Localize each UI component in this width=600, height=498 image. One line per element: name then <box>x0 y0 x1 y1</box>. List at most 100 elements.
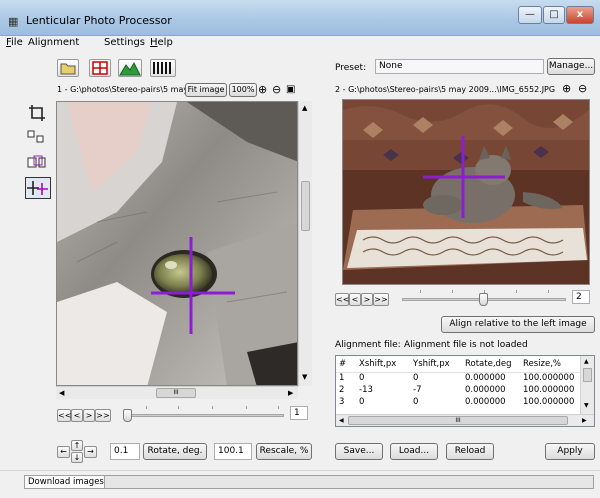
histogram-button[interactable] <box>118 59 142 77</box>
left-image-view[interactable] <box>56 101 298 386</box>
column-header[interactable]: Xshift,px <box>356 356 410 373</box>
right-frame-slider-thumb[interactable] <box>479 293 488 306</box>
preset-field[interactable]: None <box>375 59 544 74</box>
zoom-100-button[interactable]: 100% <box>229 83 257 97</box>
menu-alignment[interactable]: Alignment <box>28 37 79 48</box>
alignment-table[interactable]: # Xshift,px Yshift,px Rotate,deg Resize,… <box>335 355 595 427</box>
table-row[interactable]: 1 0 0 0.000000 100.000000 <box>336 372 580 384</box>
right-last-button[interactable]: >> <box>373 293 389 306</box>
maximize-button[interactable]: □ <box>543 6 565 24</box>
slider-tick <box>246 406 247 409</box>
table-cell: 1 <box>339 373 345 384</box>
table-horizontal-scroll-thumb[interactable]: III <box>348 416 568 425</box>
manage-presets-button[interactable]: Manage... <box>547 58 595 75</box>
fit-image-button[interactable]: Fit image <box>185 83 227 97</box>
right-image-view[interactable] <box>342 99 590 285</box>
save-button[interactable]: Save... <box>335 443 383 460</box>
scroll-left-icon[interactable]: ◀ <box>59 389 64 397</box>
rotate-button[interactable]: Rotate, deg. <box>143 443 207 460</box>
load-button[interactable]: Load... <box>390 443 438 460</box>
zoom-in-icon[interactable]: ⊕ <box>258 83 272 97</box>
move-tool-icon[interactable] <box>26 128 44 146</box>
apply-button[interactable]: Apply <box>545 443 595 460</box>
menu-settings[interactable]: Settings <box>104 37 145 48</box>
table-cell: 100.000000 <box>523 397 575 407</box>
table-vertical-scrollbar[interactable]: ▲ ▼ <box>580 356 594 414</box>
table-cell: 0 <box>413 373 419 384</box>
minimize-button[interactable]: — <box>518 6 542 24</box>
scroll-right-icon[interactable]: ▶ <box>582 417 587 424</box>
slider-tick <box>548 290 549 293</box>
align-relative-button[interactable]: Align relative to the left image <box>441 316 595 333</box>
rotate-step-field[interactable]: 0.1 <box>110 443 140 460</box>
table-cell: -7 <box>413 385 422 395</box>
slider-tick <box>212 406 213 409</box>
left-vertical-scrollbar[interactable]: ▲ ▼ <box>298 101 312 386</box>
shift-down-icon[interactable]: ↓ <box>71 452 83 463</box>
right-zoom-in-icon[interactable]: ⊕ <box>562 82 576 96</box>
scroll-right-icon[interactable]: ▶ <box>288 389 293 397</box>
column-header[interactable]: Resize,% <box>520 356 580 373</box>
right-first-button[interactable]: << <box>335 293 349 306</box>
table-cell: 0.000000 <box>465 373 506 384</box>
rescale-button[interactable]: Rescale, % <box>256 443 312 460</box>
column-header[interactable]: Yshift,px <box>410 356 462 373</box>
shift-right-icon[interactable]: → <box>84 446 97 458</box>
menu-help[interactable]: Help <box>150 37 173 48</box>
close-button[interactable]: x <box>566 6 594 24</box>
right-prev-button[interactable]: < <box>349 293 361 306</box>
left-first-button[interactable]: << <box>57 409 71 422</box>
crosshair-tool-button[interactable] <box>25 177 51 199</box>
table-cell: 100.000000 <box>523 373 575 384</box>
menu-file[interactable]: File <box>6 37 23 48</box>
overlay-tool-icon[interactable] <box>26 153 46 171</box>
crop-tool-icon[interactable] <box>28 104 46 122</box>
right-zoom-out-icon[interactable]: ⊖ <box>578 82 592 96</box>
rescale-step-field[interactable]: 100.1 <box>214 443 252 460</box>
left-next-button[interactable]: > <box>83 409 95 422</box>
left-frame-slider-track[interactable] <box>124 414 284 417</box>
table-cell: 100.000000 <box>523 385 575 395</box>
reload-button[interactable]: Reload <box>446 443 494 460</box>
crosshair-tool-icon <box>27 181 48 195</box>
table-horizontal-scrollbar[interactable]: ◀ III ▶ <box>336 414 594 426</box>
left-frame-slider-thumb[interactable] <box>123 409 132 422</box>
grid-button[interactable] <box>89 59 111 77</box>
table-cell: 0 <box>359 397 365 407</box>
table-cell: 0.000000 <box>465 385 506 395</box>
left-vertical-scroll-thumb[interactable] <box>301 181 310 231</box>
table-row[interactable]: 3 0 0 0.000000 100.000000 <box>336 396 580 408</box>
left-horizontal-scrollbar[interactable]: ◀ III ▶ <box>56 386 298 399</box>
scroll-left-icon[interactable]: ◀ <box>339 417 344 424</box>
table-cell: -13 <box>359 385 373 395</box>
barcode-icon <box>153 62 171 74</box>
scroll-down-icon[interactable]: ▼ <box>584 402 589 409</box>
cat-closeup-image <box>57 102 297 385</box>
fit-window-icon[interactable]: ▣ <box>286 83 300 97</box>
open-folder-button[interactable] <box>57 59 79 77</box>
left-frame-number-field[interactable]: 1 <box>290 406 308 420</box>
scroll-up-icon[interactable]: ▲ <box>302 104 307 112</box>
grid-icon <box>92 61 108 75</box>
right-frame-number-field[interactable]: 2 <box>572 290 590 304</box>
column-header[interactable]: # <box>336 356 356 373</box>
lenticular-lines-button[interactable] <box>150 59 176 77</box>
table-vertical-scroll-thumb[interactable] <box>583 368 592 382</box>
column-header[interactable]: Rotate,deg <box>462 356 520 373</box>
slider-tick <box>420 290 421 293</box>
left-prev-button[interactable]: < <box>71 409 83 422</box>
slider-tick <box>178 406 179 409</box>
right-image-path: 2 - G:\photos\Stereo-pairs\5 may 2009...… <box>335 85 556 94</box>
scroll-down-icon[interactable]: ▼ <box>302 373 307 381</box>
shift-arrows-control[interactable]: ← ↑ ↓ → <box>57 440 99 464</box>
alignment-file-label: Alignment file: <box>335 340 401 350</box>
shift-left-icon[interactable]: ← <box>57 446 70 458</box>
right-next-button[interactable]: > <box>361 293 373 306</box>
table-row[interactable]: 2 -13 -7 0.000000 100.000000 <box>336 384 580 396</box>
zoom-out-icon[interactable]: ⊖ <box>272 83 286 97</box>
left-last-button[interactable]: >> <box>95 409 111 422</box>
left-horizontal-scroll-thumb[interactable]: III <box>156 388 196 398</box>
folder-icon <box>60 63 76 75</box>
shift-up-icon[interactable]: ↑ <box>71 440 83 451</box>
scroll-up-icon[interactable]: ▲ <box>584 358 589 365</box>
